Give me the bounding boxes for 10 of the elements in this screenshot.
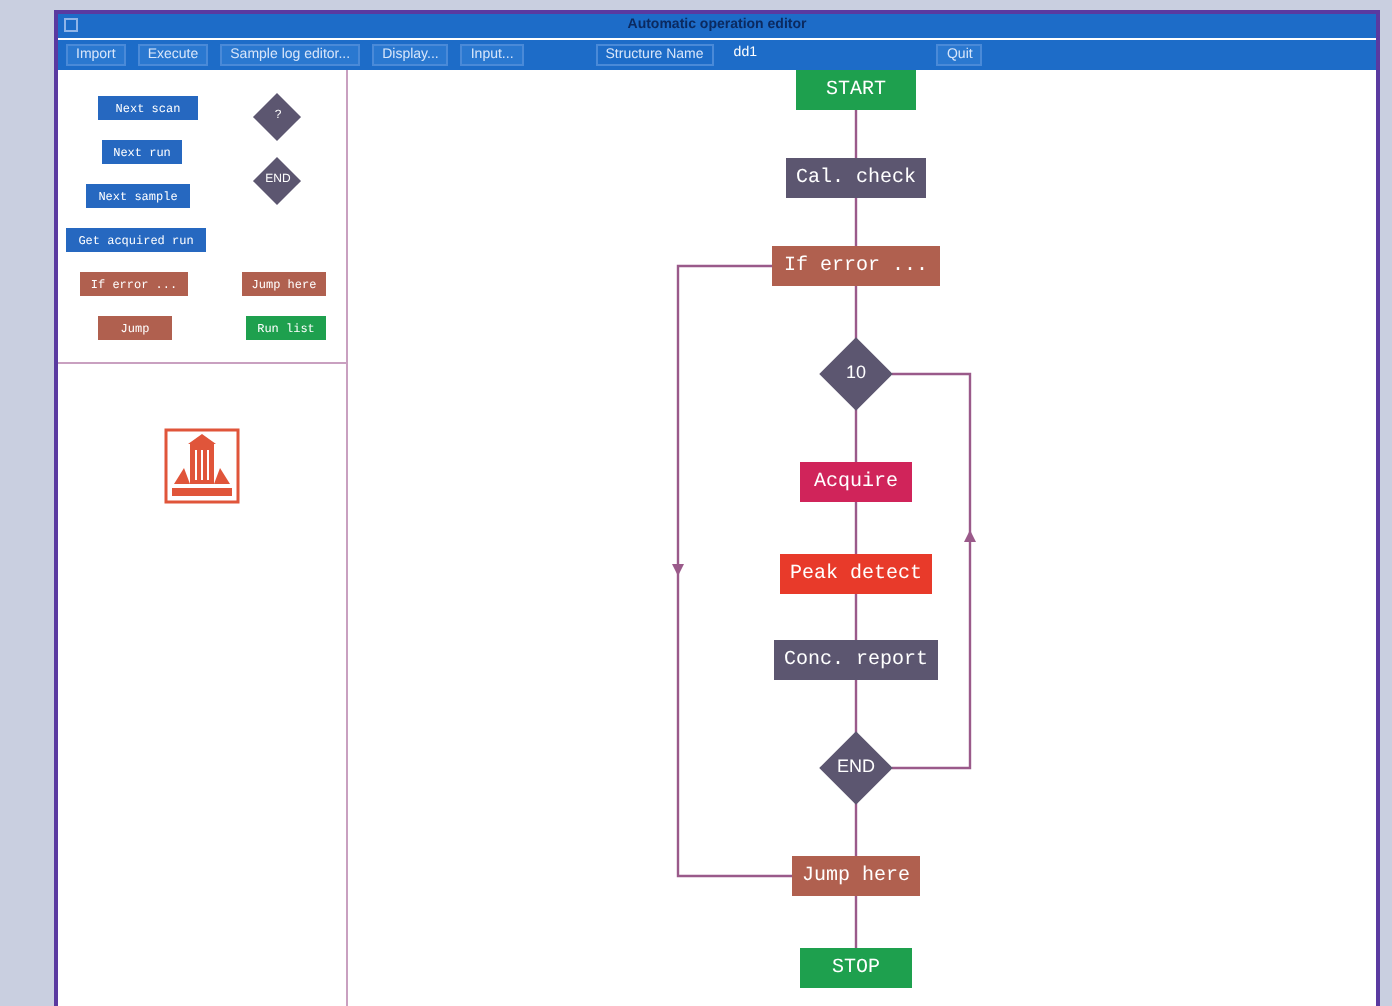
flowchart-step[interactable]: Peak detect (780, 554, 932, 594)
window-menu-icon[interactable] (64, 18, 78, 32)
flowchart-step[interactable]: Jump here (792, 856, 920, 896)
flowchart-step[interactable]: STOP (800, 948, 912, 988)
flowchart-step[interactable]: Cal. check (786, 158, 926, 198)
flowchart-step[interactable]: If error ... (772, 246, 940, 286)
flowchart-step[interactable]: Conc. report (774, 640, 938, 680)
flowchart-step[interactable]: START (796, 70, 916, 110)
flowchart-step[interactable]: Acquire (800, 462, 912, 502)
logo-icon (164, 428, 240, 504)
